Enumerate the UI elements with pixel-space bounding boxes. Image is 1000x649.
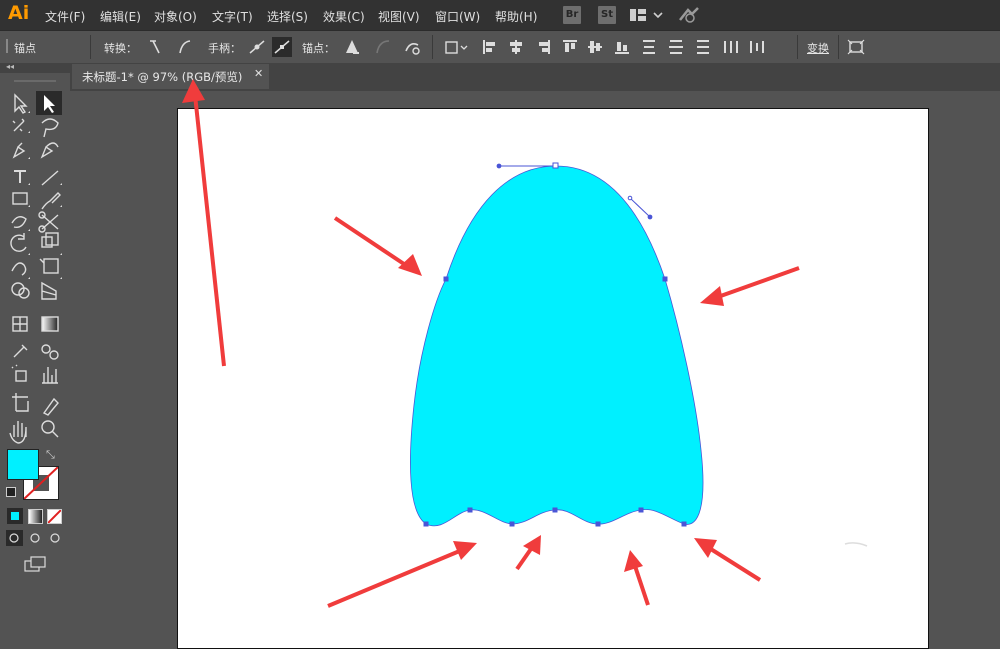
canvas-overlay bbox=[182, 79, 868, 608]
arrow-bottom-2 bbox=[515, 535, 541, 571]
arrow-bottom-1 bbox=[327, 541, 477, 608]
faint-mark bbox=[844, 542, 868, 547]
selected-shape bbox=[410, 165, 704, 527]
arrow-left-anchor bbox=[333, 216, 422, 276]
arrow-right-anchor bbox=[700, 266, 800, 306]
arrow-to-tab bbox=[182, 79, 226, 367]
arrow-bottom-4 bbox=[694, 538, 762, 582]
arrow-bottom-3 bbox=[624, 550, 650, 606]
